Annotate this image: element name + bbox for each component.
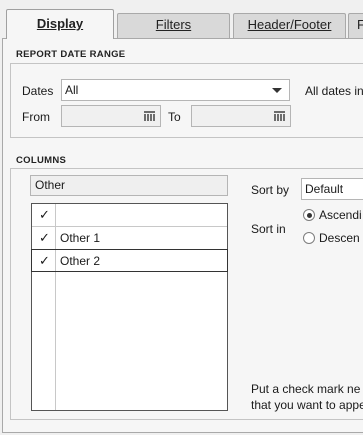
chevron-down-icon — [272, 88, 282, 93]
tab-display[interactable]: Display — [6, 9, 114, 39]
columns-title: COLUMNS — [16, 155, 67, 166]
tab-more-label: F — [357, 17, 363, 32]
sort-by-select[interactable]: Default — [301, 178, 363, 200]
to-date-field[interactable] — [191, 105, 291, 127]
tab-filters[interactable]: Filters — [117, 13, 230, 38]
checkmark-icon[interactable]: ✓ — [39, 207, 50, 223]
report-date-range-title: REPORT DATE RANGE — [16, 49, 126, 60]
list-item-label: Other 2 — [60, 254, 101, 268]
tab-header-footer-label: Header/Footer — [247, 17, 332, 32]
to-label: To — [168, 110, 181, 124]
sort-descending-radio[interactable] — [303, 232, 315, 244]
calendar-icon[interactable] — [144, 111, 155, 121]
list-item-label: Other 1 — [60, 231, 101, 245]
sort-by-value: Default — [305, 182, 344, 196]
sort-descending-label[interactable]: Descen — [319, 231, 360, 245]
help-text-line-1: Put a check mark ne — [251, 382, 361, 396]
column-search-input[interactable]: Other — [30, 175, 228, 196]
list-item[interactable]: ✓ — [32, 204, 227, 227]
tab-display-label: Display — [36, 16, 84, 31]
list-item[interactable]: ✓ Other 1 — [32, 227, 227, 250]
dates-select[interactable]: All — [61, 79, 290, 101]
sort-ascending-radio[interactable] — [303, 209, 315, 221]
checkmark-icon[interactable]: ✓ — [39, 253, 50, 269]
from-label: From — [22, 110, 50, 124]
calendar-icon[interactable] — [274, 111, 285, 121]
from-date-field[interactable] — [61, 105, 161, 127]
checkmark-icon[interactable]: ✓ — [39, 230, 50, 246]
tab-filters-label: Filters — [155, 17, 192, 32]
tab-header-footer[interactable]: Header/Footer — [233, 13, 346, 38]
sort-ascending-label[interactable]: Ascendi — [319, 208, 362, 222]
sort-by-label: Sort by — [251, 183, 290, 197]
dates-note: All dates in — [305, 84, 363, 98]
help-text-line-2: that you want to appe — [251, 398, 363, 412]
columns-list[interactable]: ✓ ✓ Other 1 ✓ Other 2 — [31, 203, 228, 411]
dates-label: Dates — [22, 84, 54, 98]
dates-select-value: All — [65, 83, 79, 97]
tab-bar: Display Filters Header/Footer F — [0, 0, 363, 39]
sort-in-label: Sort in — [251, 222, 286, 236]
list-item-selected[interactable]: ✓ Other 2 — [31, 249, 228, 272]
tab-more[interactable]: F — [348, 13, 363, 38]
